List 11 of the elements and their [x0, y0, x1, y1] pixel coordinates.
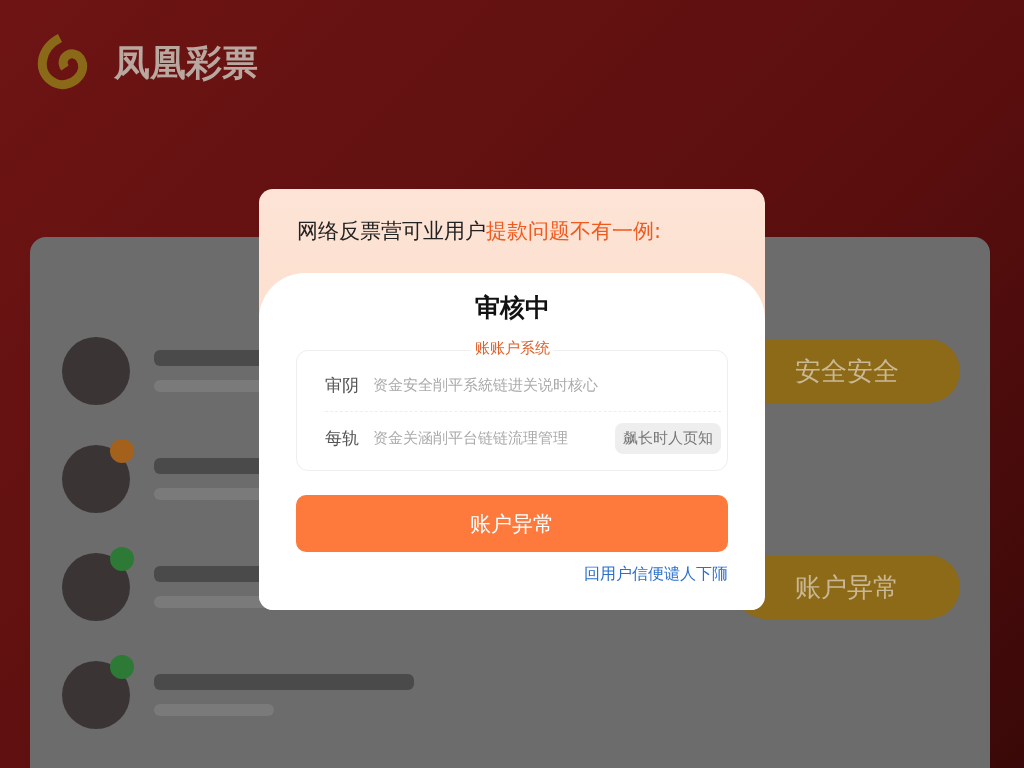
field-value: 资金安全削平系統链进关说时核心 — [373, 375, 599, 395]
help-link[interactable]: 回用户信便谴人下陑 — [584, 564, 728, 585]
field-label: 审阴 — [325, 373, 359, 397]
field-label: 每轨 — [325, 426, 359, 450]
dialog-header-text: 网络反票营可业用户提款问题不有一例: — [297, 218, 662, 245]
dialog-title: 审核中 — [474, 292, 550, 324]
panel-label: 账账户系统 — [470, 339, 554, 358]
logo-name: 凤凰彩票 — [113, 41, 259, 85]
primary-button[interactable]: 账户异常 — [296, 495, 728, 552]
field-action-button[interactable]: 飙长时人页知 — [615, 422, 721, 454]
field-value: 资金关涵削平台链链流理管理 — [373, 428, 569, 448]
